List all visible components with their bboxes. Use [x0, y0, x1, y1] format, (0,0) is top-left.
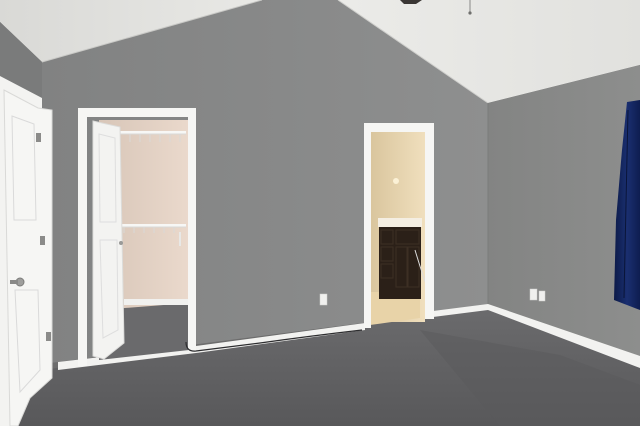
entry-door-hinge-bottom: [46, 332, 51, 341]
bathroom-vanity[interactable]: [379, 227, 421, 299]
entry-door-latch: [10, 280, 18, 284]
closet-baseboard: [124, 299, 189, 305]
ceiling-fan-pull-knob: [468, 11, 472, 15]
entry-door-hinge-top: [36, 133, 41, 142]
bathroom-light-fixture: [393, 178, 399, 184]
bathroom-door-frame-left: [364, 123, 371, 328]
bathroom-door-frame-top: [364, 123, 434, 132]
closet-door-frame-right: [188, 108, 196, 352]
wall-outlet-right-b: [538, 290, 546, 302]
bedroom-scene: [0, 0, 640, 426]
bathroom-door-frame-right: [425, 123, 434, 319]
closet-door-knob[interactable]: [119, 241, 123, 245]
closet-door-frame-top: [78, 108, 195, 117]
closet-door-frame-left: [78, 108, 87, 366]
wall-outlet-right-a: [529, 288, 538, 301]
wall-outlet-center: [319, 293, 328, 306]
bedroom-photo: [0, 0, 640, 426]
entry-door[interactable]: [3, 89, 53, 426]
bathroom-countertop: [378, 218, 422, 227]
entry-door-hinge-mid: [40, 236, 45, 245]
